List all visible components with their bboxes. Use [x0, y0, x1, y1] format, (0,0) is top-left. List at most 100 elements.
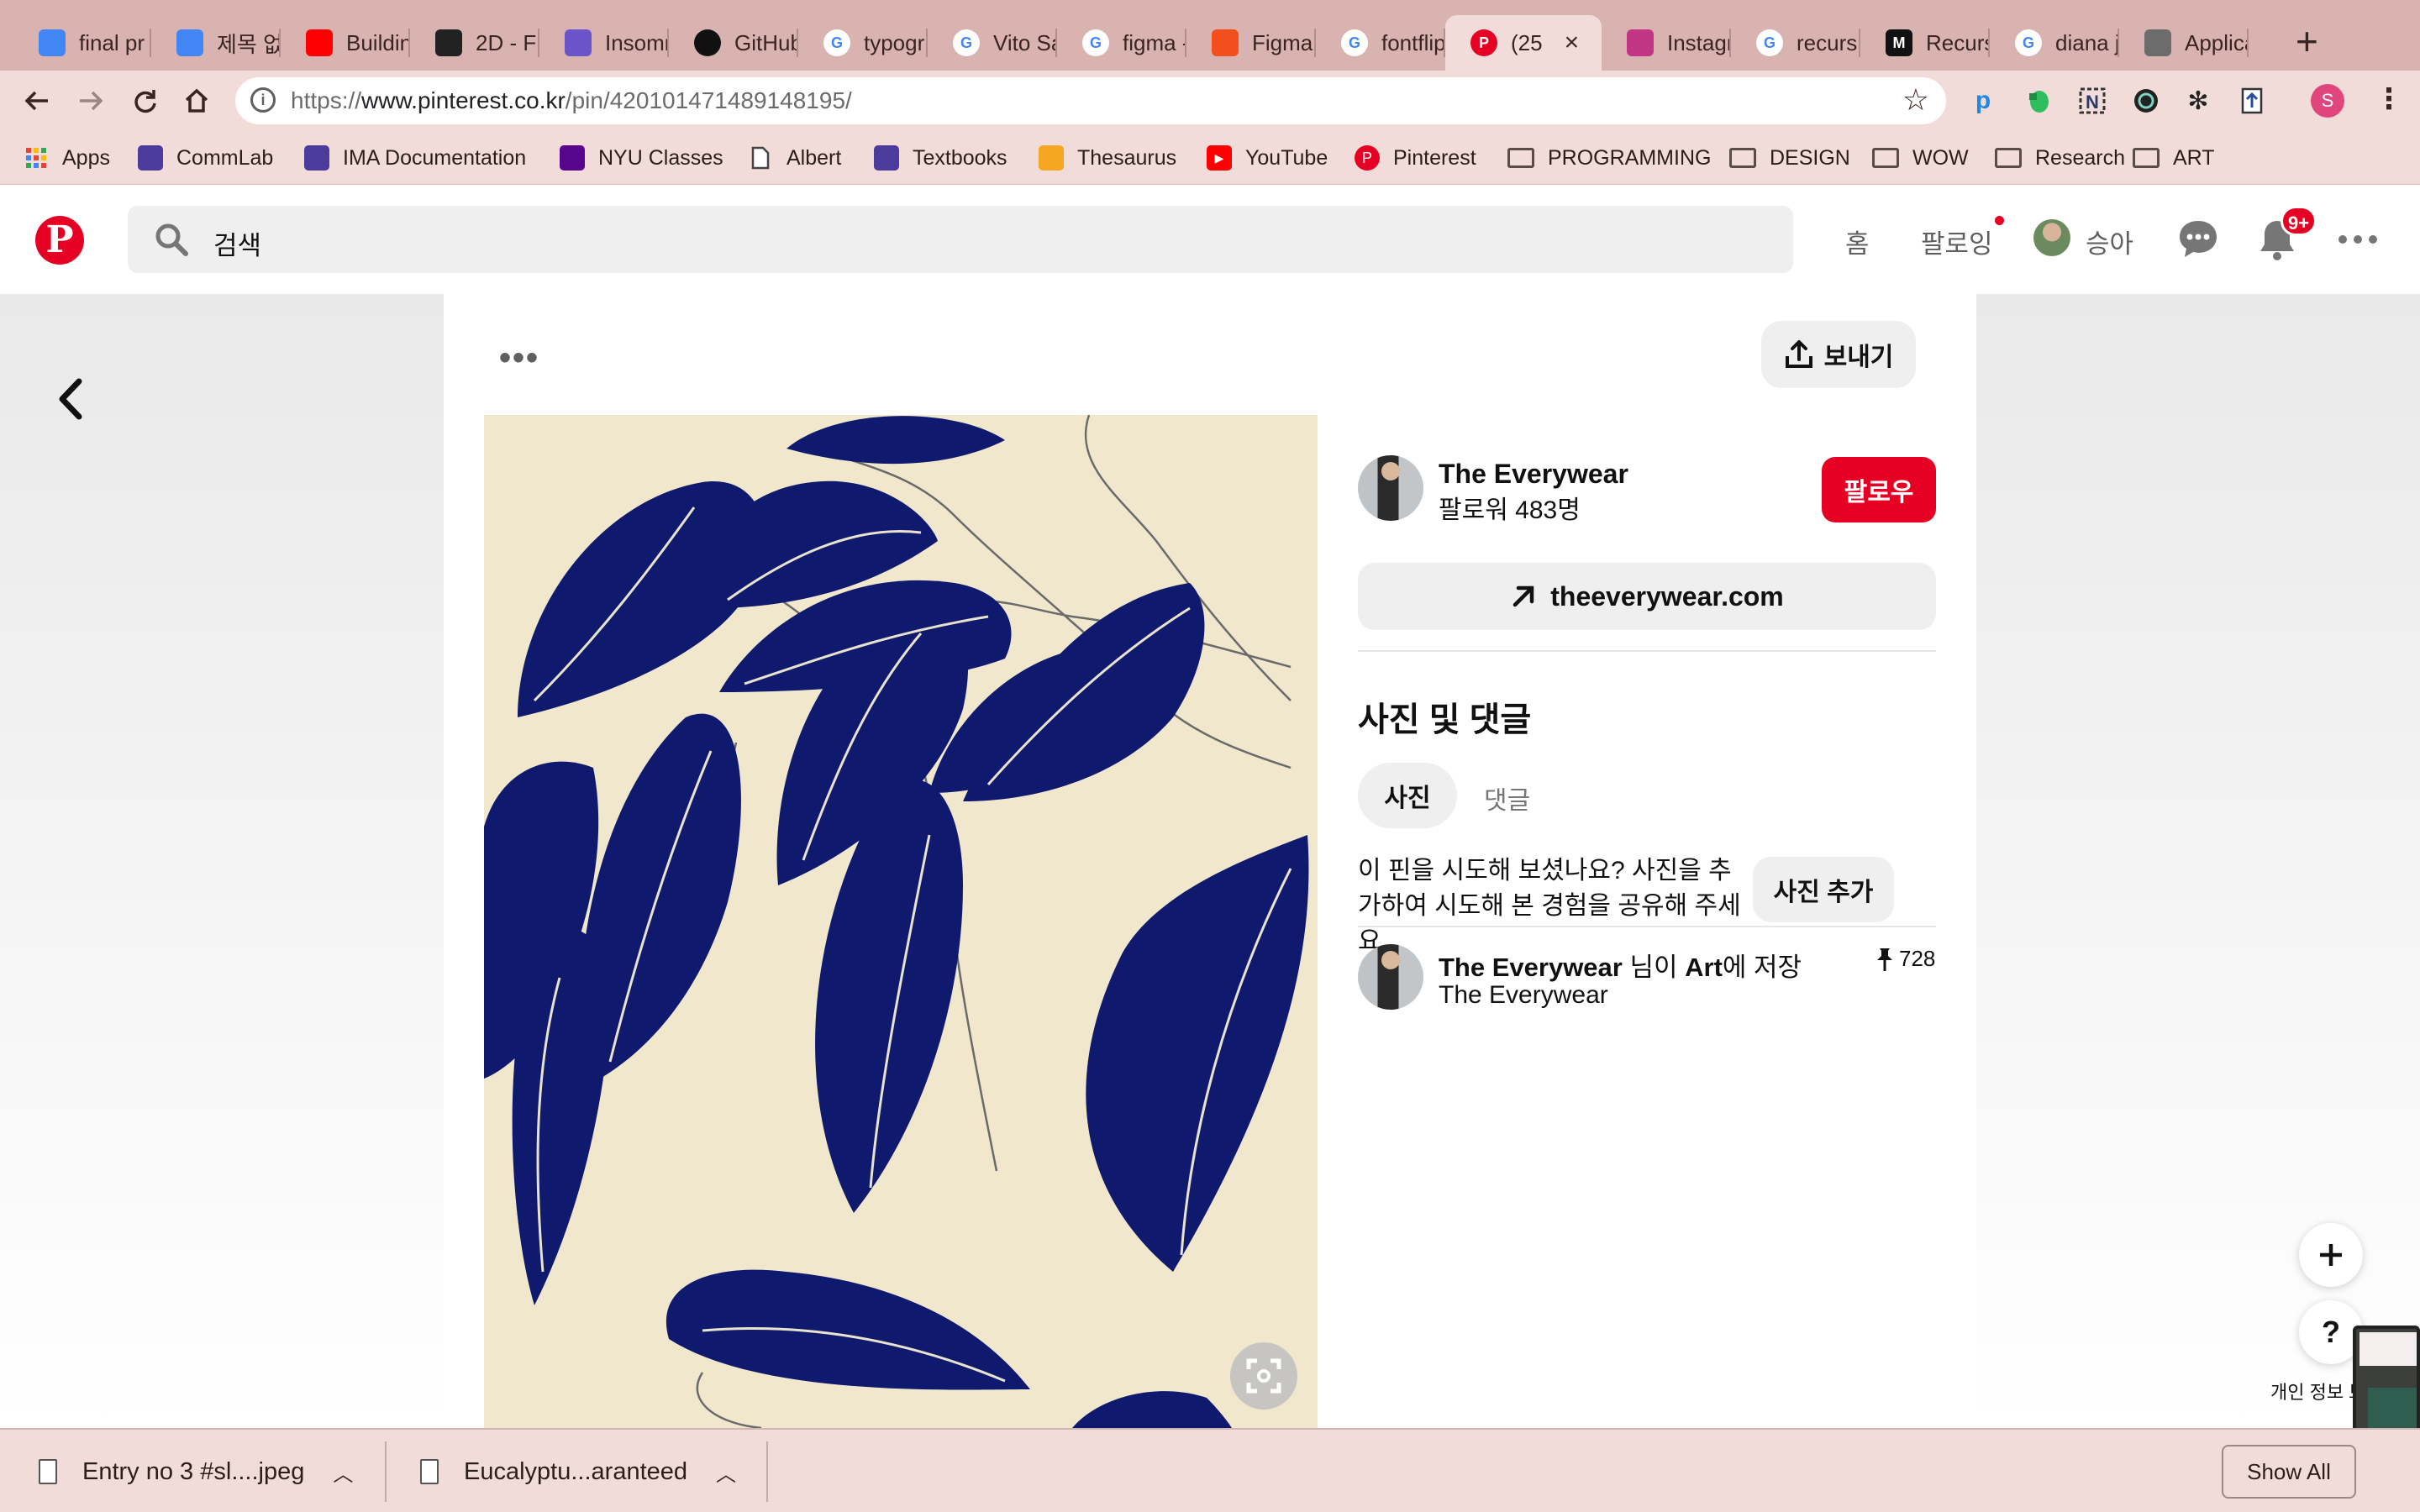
- download-item[interactable]: Eucalyptu...aranteed ︿: [420, 1430, 736, 1512]
- search-input[interactable]: 검색: [128, 206, 1793, 273]
- chevron-up-icon[interactable]: ︿: [333, 1457, 353, 1487]
- medium-icon: M: [1886, 29, 1912, 56]
- tab-photos[interactable]: 사진: [1358, 763, 1457, 828]
- bookmark-label: YouTube: [1245, 145, 1328, 170]
- bookmark-item[interactable]: Research: [1995, 143, 2125, 173]
- nav-home-link[interactable]: 홈: [1845, 223, 1870, 260]
- chat-bubble-icon: [2180, 221, 2217, 257]
- browser-tab[interactable]: 제목 없는: [151, 15, 281, 71]
- nav-profile-link[interactable]: 승아: [2086, 223, 2133, 260]
- browser-tab[interactable]: Gdiana j: [1990, 15, 2119, 71]
- following-new-dot: [1995, 216, 2004, 225]
- address-bar[interactable]: i https://www.pinterest.co.kr/pin/420101…: [235, 77, 1946, 124]
- creator-avatar[interactable]: [1358, 455, 1423, 521]
- google-icon: G: [1082, 29, 1109, 56]
- color-picker-extension-icon[interactable]: [2129, 84, 2163, 118]
- new-tab-button[interactable]: +: [2296, 20, 2318, 62]
- show-all-downloads-button[interactable]: Show All: [2222, 1445, 2356, 1499]
- nav-following-link[interactable]: 팔로잉: [1921, 223, 1993, 260]
- browser-tab[interactable]: G Vito Sa: [928, 15, 1057, 71]
- upload-extension-icon[interactable]: [2235, 84, 2269, 118]
- figma-icon: [1212, 29, 1239, 56]
- browser-profile-avatar[interactable]: S: [2311, 84, 2344, 118]
- source-link-button[interactable]: theeverywear.com: [1358, 563, 1936, 630]
- pin-more-options-icon[interactable]: •••: [499, 339, 539, 377]
- bookmark-item[interactable]: CommLab: [138, 143, 273, 173]
- instagram-icon: [1627, 29, 1654, 56]
- tab-comments[interactable]: 댓글: [1484, 780, 1530, 816]
- expand-image-button[interactable]: [1230, 1342, 1297, 1410]
- bookmark-item[interactable]: Textbooks: [874, 143, 1007, 173]
- close-tab-icon[interactable]: ×: [1565, 29, 1580, 57]
- share-upload-icon: [1785, 340, 1812, 368]
- back-to-feed-button[interactable]: [45, 370, 96, 428]
- youtube-icon: ▶: [1207, 145, 1232, 171]
- download-item[interactable]: Entry no 3 #sl....jpeg ︿: [39, 1430, 353, 1512]
- browser-tab[interactable]: P (25 ×: [1445, 15, 1602, 71]
- forward-button[interactable]: [72, 82, 109, 119]
- pin-image[interactable]: [484, 415, 1318, 1428]
- create-pin-button[interactable]: [2299, 1223, 2363, 1287]
- add-photo-button[interactable]: 사진 추가: [1753, 857, 1894, 922]
- browser-tab-title: GitHub: [734, 29, 798, 55]
- evernote-extension-icon[interactable]: [2022, 84, 2055, 118]
- bookmark-item[interactable]: Thesaurus: [1039, 143, 1176, 173]
- pinterest-icon: P: [1355, 145, 1380, 171]
- chevron-up-icon[interactable]: ︿: [716, 1457, 736, 1487]
- notion-extension-icon[interactable]: N: [2075, 84, 2109, 118]
- more-options-button[interactable]: [2334, 216, 2381, 263]
- bookmark-item[interactable]: Apps: [24, 143, 110, 173]
- reload-button[interactable]: [126, 82, 163, 119]
- board-name[interactable]: Art: [1685, 953, 1723, 982]
- browser-tab[interactable]: 2D - Fl: [410, 15, 539, 71]
- pinterest-logo[interactable]: P: [35, 216, 84, 265]
- address-url: https://www.pinterest.co.kr/pin/42010147…: [291, 87, 852, 113]
- browser-tab[interactable]: Grecursi: [1731, 15, 1860, 71]
- browser-tab[interactable]: Gtypogr: [798, 15, 928, 71]
- site-info-icon[interactable]: i: [250, 87, 276, 113]
- browser-tab[interactable]: Gfigma -: [1057, 15, 1186, 71]
- browser-tab[interactable]: Applica: [2119, 15, 2249, 71]
- browser-tab[interactable]: Buildin: [281, 15, 410, 71]
- browser-tab[interactable]: Gfontflip: [1316, 15, 1445, 71]
- bookmark-item[interactable]: ART: [2133, 143, 2215, 173]
- plus-icon: [2320, 1244, 2342, 1266]
- bookmark-item[interactable]: Albert: [748, 143, 841, 173]
- messages-button[interactable]: [2175, 216, 2222, 263]
- bookmark-label: Research: [2035, 145, 2125, 170]
- browser-toolbar: i https://www.pinterest.co.kr/pin/420101…: [0, 71, 2420, 131]
- reload-icon: [134, 90, 156, 113]
- bookmark-item[interactable]: IMA Documentation: [304, 143, 526, 173]
- follow-button[interactable]: 팔로우: [1822, 457, 1936, 522]
- asterisk-extension-icon[interactable]: ✻: [2181, 84, 2215, 118]
- user-avatar[interactable]: [2033, 219, 2070, 256]
- bookmark-star-icon[interactable]: ☆: [1902, 82, 1929, 118]
- insomnia-icon: [565, 29, 592, 56]
- saver-name[interactable]: The Everywear: [1439, 953, 1623, 982]
- bookmark-item[interactable]: ▶ YouTube: [1207, 143, 1328, 173]
- browser-tab[interactable]: Figma:: [1186, 15, 1316, 71]
- saver-avatar[interactable]: [1358, 944, 1423, 1010]
- bookmark-item[interactable]: WOW: [1872, 143, 1969, 173]
- browser-tab[interactable]: M Recurs: [1860, 15, 1990, 71]
- download-divider: [385, 1441, 387, 1502]
- pinterest-header: P 검색 홈 팔로잉 승아 9+: [0, 186, 2420, 294]
- pushpin-icon: [1877, 948, 1892, 971]
- browser-tab[interactable]: Insomn: [539, 15, 669, 71]
- browser-tab[interactable]: final pr: [13, 15, 151, 71]
- browser-tab[interactable]: GitHub: [669, 15, 798, 71]
- browser-tab[interactable]: Instagr: [1602, 15, 1731, 71]
- browser-tab-title: Recurs: [1926, 29, 1990, 55]
- creator-name[interactable]: The Everywear: [1439, 459, 1628, 490]
- extension-p-icon[interactable]: p: [1966, 84, 2000, 118]
- bookmark-item[interactable]: NYU Classes: [560, 143, 723, 173]
- back-button[interactable]: [18, 82, 55, 119]
- bookmark-item[interactable]: DESIGN: [1729, 143, 1850, 173]
- bookmark-item[interactable]: PROGRAMMING: [1507, 143, 1711, 173]
- google-docs-icon: [176, 29, 203, 56]
- send-button[interactable]: 보내기: [1761, 321, 1916, 388]
- folder-icon: [1872, 148, 1899, 168]
- browser-menu-icon[interactable]: ⋮: [2375, 81, 2403, 118]
- bookmark-item[interactable]: P Pinterest: [1355, 143, 1476, 173]
- home-button[interactable]: [178, 82, 215, 119]
